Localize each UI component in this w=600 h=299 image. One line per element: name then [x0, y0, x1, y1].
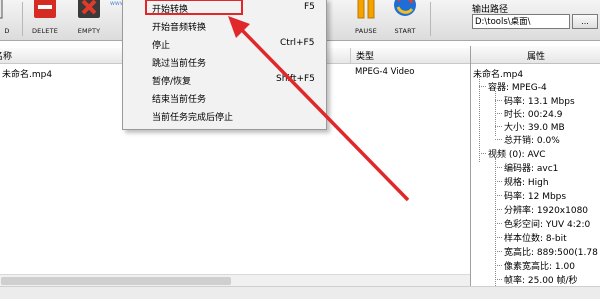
annotation-arrow	[228, 16, 410, 202]
